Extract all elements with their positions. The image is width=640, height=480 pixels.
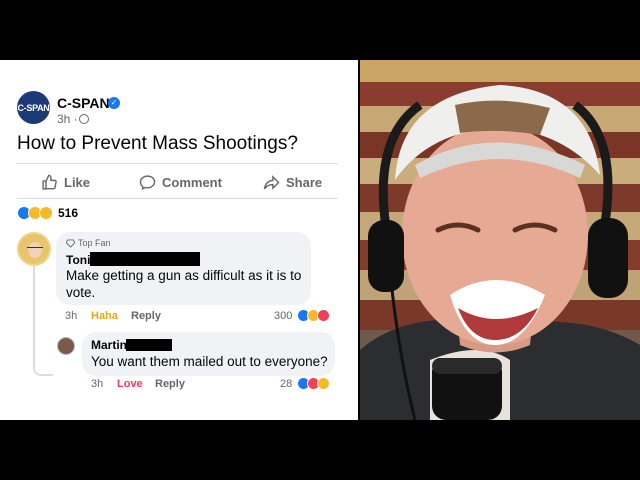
reply-text: You want them mailed out to everyone? bbox=[91, 354, 328, 369]
globe-icon bbox=[79, 114, 89, 124]
verified-badge-icon: ✓ bbox=[108, 97, 120, 109]
diamond-icon bbox=[66, 238, 75, 248]
share-icon bbox=[263, 174, 280, 190]
redaction-bar bbox=[90, 252, 200, 266]
share-label: Share bbox=[286, 174, 323, 190]
hair bbox=[455, 100, 550, 135]
post-reactions-summary[interactable]: 516 bbox=[17, 206, 78, 220]
redaction-bar bbox=[126, 339, 172, 351]
reply-thread-elbow bbox=[33, 362, 53, 376]
post-timestamp[interactable]: 3h · bbox=[57, 112, 78, 126]
like-label: Like bbox=[64, 174, 91, 190]
reply-time[interactable]: 3h bbox=[91, 378, 103, 390]
commenter-avatar[interactable] bbox=[17, 232, 51, 266]
comment-icon bbox=[139, 174, 156, 190]
webcam-feed bbox=[360, 60, 640, 420]
letterbox-top bbox=[0, 0, 640, 60]
microphone-top bbox=[432, 358, 502, 374]
facebook-post-panel: C-SPAN C-SPAN ✓ 3h · How to Prevent Mass… bbox=[0, 60, 358, 420]
comment-bubble: Top Fan Toni Make getting a gun as diffi… bbox=[56, 232, 311, 305]
page-name[interactable]: C-SPAN bbox=[57, 95, 110, 111]
sad-reaction-icon bbox=[39, 206, 53, 220]
top-fan-label: Top Fan bbox=[78, 238, 111, 248]
haha-reaction-icon bbox=[317, 377, 331, 390]
page-avatar[interactable]: C-SPAN bbox=[17, 91, 50, 124]
reply-link[interactable]: Reply bbox=[131, 310, 161, 322]
reply-author[interactable]: Martin bbox=[91, 338, 127, 352]
thumbs-up-icon bbox=[42, 174, 57, 190]
reply-avatar[interactable] bbox=[57, 337, 75, 355]
divider bbox=[17, 163, 338, 164]
comment-reaction-count[interactable]: 300 bbox=[274, 309, 331, 322]
like-button[interactable]: Like bbox=[41, 171, 90, 193]
reply-reaction-link[interactable]: Love bbox=[117, 378, 143, 390]
avatar-glasses bbox=[27, 247, 43, 250]
reply-reaction-number: 28 bbox=[280, 377, 293, 390]
love-reaction-icon bbox=[317, 309, 331, 322]
reply-reaction-count[interactable]: 28 bbox=[280, 377, 331, 390]
share-button[interactable]: Share bbox=[263, 171, 322, 193]
avatar-face bbox=[28, 242, 42, 258]
comment-reaction-number: 300 bbox=[274, 309, 293, 322]
comment-author[interactable]: Toni bbox=[66, 253, 90, 267]
comment-button[interactable]: Comment bbox=[139, 171, 222, 193]
letterbox-bottom bbox=[0, 420, 640, 480]
streamer-figure bbox=[360, 85, 640, 420]
left-earcup bbox=[368, 220, 404, 292]
reply-thread-line bbox=[33, 266, 35, 364]
divider bbox=[17, 198, 338, 199]
comment-text: Make getting a gun as difficult as it is… bbox=[66, 268, 302, 300]
comment-reaction-link[interactable]: Haha bbox=[91, 310, 118, 322]
reply-bubble: Martin You want them mailed out to every… bbox=[82, 332, 335, 376]
reply-link[interactable]: Reply bbox=[155, 378, 185, 390]
post-text: How to Prevent Mass Shootings? bbox=[17, 133, 298, 154]
reaction-count: 516 bbox=[58, 206, 79, 220]
top-fan-badge: Top Fan bbox=[66, 238, 111, 248]
comment-time[interactable]: 3h bbox=[65, 310, 77, 322]
right-earcup bbox=[588, 218, 628, 298]
comment-label: Comment bbox=[162, 174, 222, 190]
